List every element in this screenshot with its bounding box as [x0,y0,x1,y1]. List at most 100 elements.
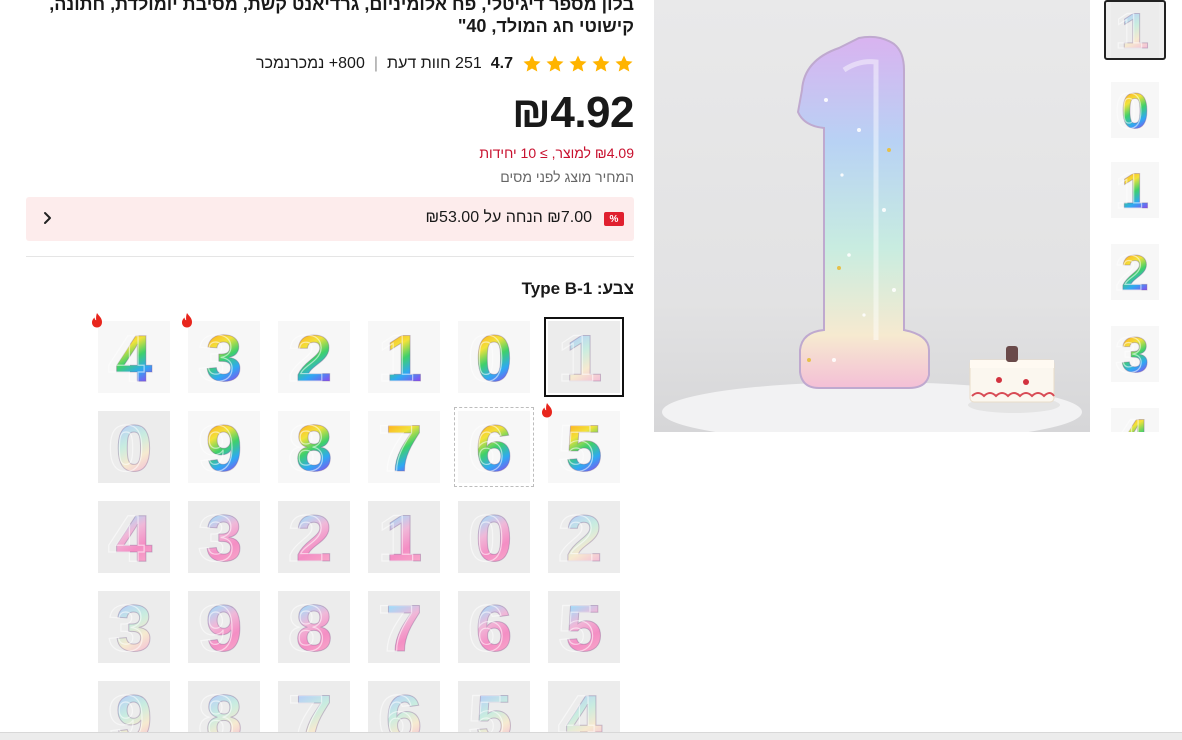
chevron-right-icon[interactable] [38,209,56,227]
svg-text:2: 2 [1115,245,1143,300]
product-price: ₪4.92 [511,88,635,137]
color-variant-option[interactable]: 77 [368,591,440,663]
thumbnail-strip: 11 00 11 22 33 44 [1104,0,1168,432]
thumbnail-item[interactable]: 22 [1104,242,1166,302]
color-variant-option[interactable]: 88 [278,411,350,483]
product-title: בלון מספר דיגיטלי, פח אלומיניום, גרדיאנט… [49,0,634,36]
hot-flame-icon [182,313,192,328]
thumbnail-item[interactable]: 44 [1104,406,1166,432]
variant-balloon-image: 99 [188,591,260,663]
divider [26,256,634,257]
color-variant-option[interactable]: 22 [548,501,620,573]
thumbnail-item[interactable]: 11 [1104,160,1166,220]
tax-note: המחיר מוצג לפני מסים [500,169,634,185]
svg-text:7: 7 [378,591,415,663]
variant-balloon-image: 88 [278,591,350,663]
rating-row[interactable]: 4.7 251 חוות דעת | 800+ נמכרנמכר [256,54,634,74]
variant-balloon-image: 77 [368,411,440,483]
color-variant-option[interactable]: 00 [458,501,530,573]
svg-text:0: 0 [468,321,505,393]
color-variant-option[interactable]: 55 [548,411,620,483]
svg-text:2: 2 [288,321,325,393]
svg-text:0: 0 [1115,83,1143,138]
color-variant-option[interactable]: 99 [188,411,260,483]
separator: | [373,55,379,72]
thumbnail-balloon-image: 11 [1111,162,1159,218]
star-icon [523,55,541,72]
variant-balloon-image: 11 [548,321,620,393]
hot-flame-icon [92,313,102,328]
svg-text:0: 0 [108,411,145,483]
svg-text:6: 6 [468,591,505,663]
color-variant-option[interactable]: 33 [188,501,260,573]
review-count[interactable]: 251 חוות דעת [387,55,482,73]
svg-text:2: 2 [558,501,595,573]
variant-balloon-image: 99 [188,411,260,483]
thumbnail-item[interactable]: 33 [1104,324,1166,384]
main-product-image[interactable] [654,0,1090,432]
coupon-badge-icon: % [604,212,624,226]
star-icon [592,55,610,72]
variant-balloon-image: 00 [458,321,530,393]
coupon-banner[interactable]: % ₪7.00 הנחה על ₪53.00 [26,197,634,241]
thumbnail-item[interactable]: 00 [1104,80,1166,140]
variant-balloon-image: 44 [98,501,170,573]
color-variant-option[interactable]: 44 [98,501,170,573]
variant-balloon-image: 11 [368,321,440,393]
svg-text:3: 3 [198,501,235,573]
color-variant-option[interactable]: 99 [188,591,260,663]
variant-balloon-image: 44 [98,321,170,393]
variant-balloon-image: 22 [278,321,350,393]
tier-price: ₪4.09 למוצר, ≥ 10 יחידות [479,145,634,161]
svg-text:1: 1 [378,321,415,393]
thumbnail-balloon-image: 11 [1111,2,1159,58]
svg-text:4: 4 [1115,409,1143,432]
color-variant-option[interactable]: 33 [188,321,260,393]
color-variant-option[interactable]: 00 [458,321,530,393]
color-variant-option[interactable]: 66 [458,591,530,663]
svg-text:1: 1 [378,501,415,573]
svg-text:1: 1 [1115,3,1143,58]
svg-text:5: 5 [558,411,595,483]
svg-text:3: 3 [198,321,235,393]
svg-text:3: 3 [1115,327,1143,382]
variant-balloon-image: 00 [458,501,530,573]
svg-text:1: 1 [558,321,595,393]
variant-balloon-image: 11 [368,501,440,573]
svg-text:5: 5 [558,591,595,663]
variant-balloon-image: 33 [98,591,170,663]
thumbnail-balloon-image: 00 [1111,82,1159,138]
color-variant-option[interactable]: 11 [368,321,440,393]
svg-text:2: 2 [288,501,325,573]
variant-balloon-image: 55 [548,411,620,483]
sold-count: 800+ נמכרנמכר [256,55,365,72]
color-variant-option[interactable]: 11 [544,317,624,397]
variant-balloon-image: 33 [188,501,260,573]
color-variant-option[interactable]: 44 [98,321,170,393]
svg-text:8: 8 [288,411,325,483]
scrollbar-track[interactable] [0,732,1182,740]
star-icon [546,55,564,72]
rating-stars [522,54,634,74]
star-icon [569,55,587,72]
variant-balloon-image: 33 [188,321,260,393]
variant-balloon-image: 66 [458,591,530,663]
rating-value: 4.7 [490,55,513,72]
variant-balloon-image: 22 [278,501,350,573]
color-variant-option[interactable]: 11 [368,501,440,573]
thumbnail-item[interactable]: 11 [1104,0,1166,60]
variant-balloon-image: 22 [548,501,620,573]
color-variant-option[interactable]: 77 [368,411,440,483]
color-variant-option[interactable]: 55 [548,591,620,663]
color-variant-option[interactable]: 00 [98,411,170,483]
color-variant-option[interactable]: 66 [454,407,534,487]
color-variant-option[interactable]: 22 [278,321,350,393]
variant-balloon-image: 77 [368,591,440,663]
main-image-art [662,35,1082,432]
svg-text:3: 3 [108,591,145,663]
color-variant-option[interactable]: 22 [278,501,350,573]
svg-text:8: 8 [288,591,325,663]
color-variant-option[interactable]: 33 [98,591,170,663]
color-variant-option[interactable]: 88 [278,591,350,663]
variant-balloon-image: 55 [548,591,620,663]
